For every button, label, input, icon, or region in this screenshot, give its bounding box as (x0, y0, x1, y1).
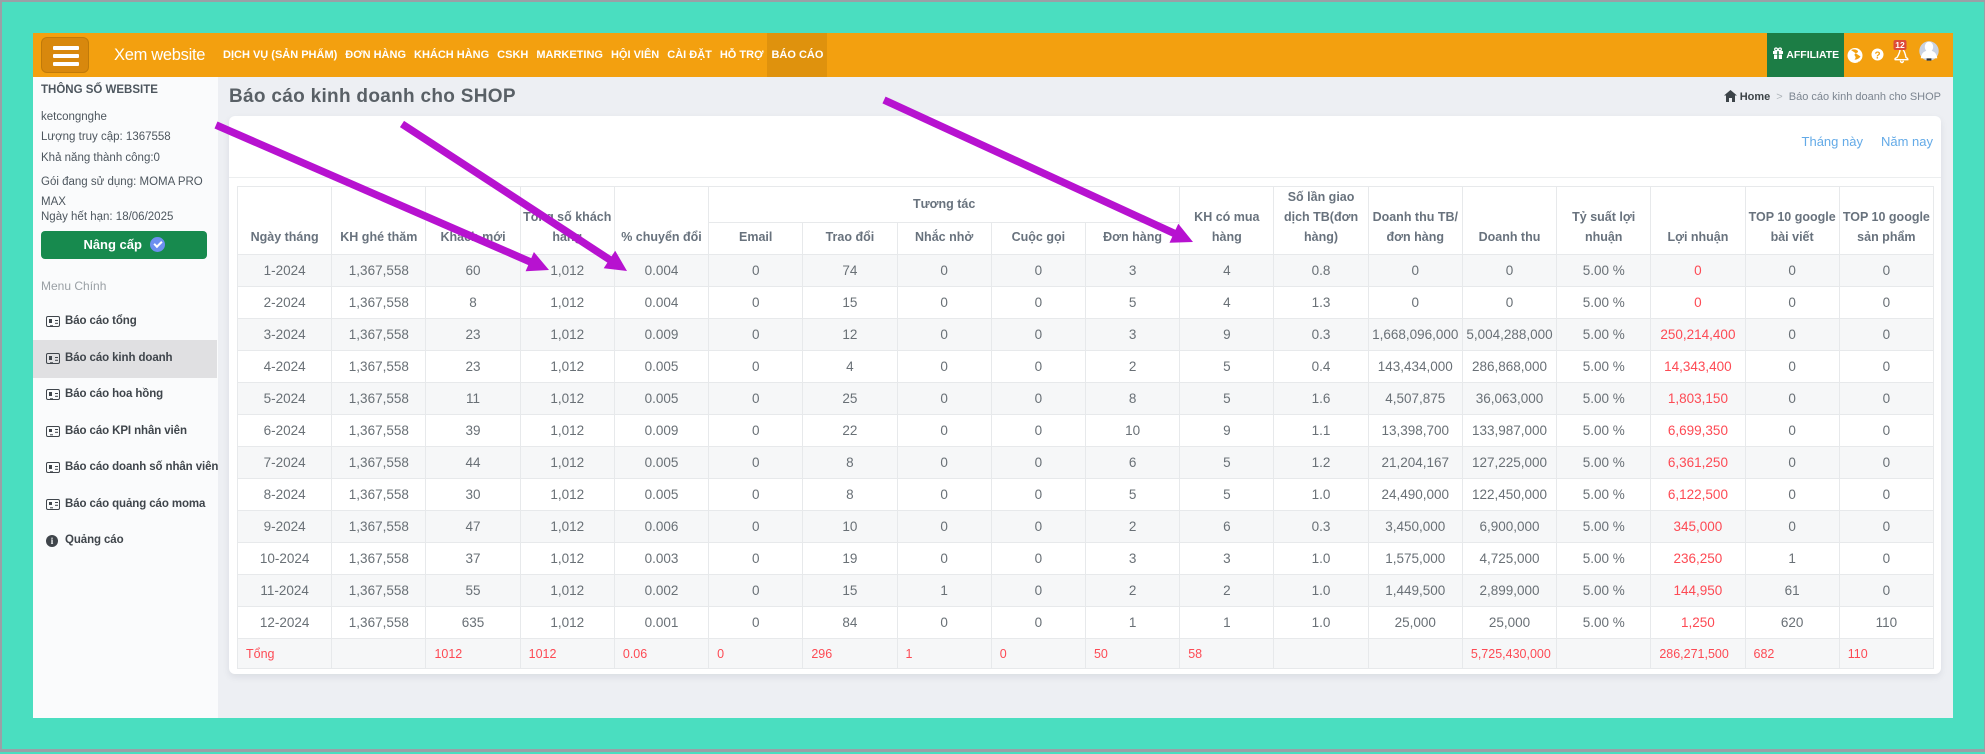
svg-text:?: ? (1874, 51, 1880, 62)
svg-text:12: 12 (1895, 40, 1905, 50)
